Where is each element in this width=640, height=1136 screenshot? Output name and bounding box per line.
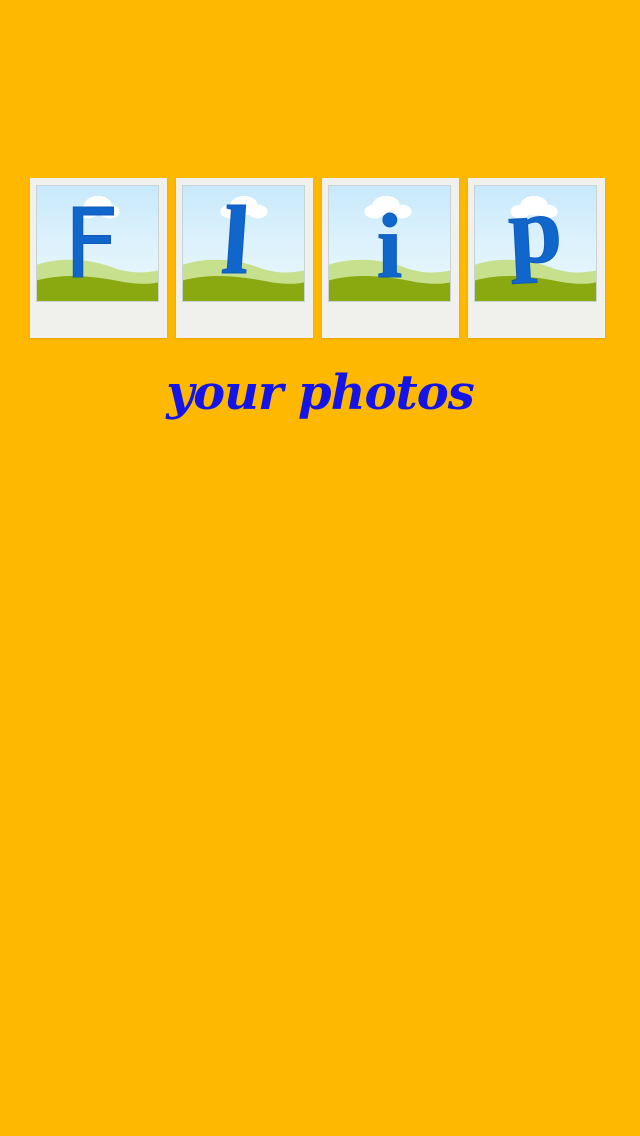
logo-tile-p: p — [468, 178, 605, 338]
logo-letter: p — [505, 185, 565, 285]
flip-logo: F l i p — [0, 178, 640, 338]
logo-tile-l: l — [176, 178, 313, 338]
logo-tile-f: F — [30, 178, 167, 338]
logo-letter: l — [218, 187, 254, 296]
logo-tile-i: i — [322, 178, 459, 338]
landscape-image: l — [182, 185, 305, 302]
landscape-image: i — [328, 185, 451, 302]
landscape-image: F — [36, 185, 159, 302]
logo-letter: i — [376, 195, 403, 297]
landscape-image: p — [474, 185, 597, 302]
tagline: your photos — [166, 365, 475, 421]
logo-letter: F — [63, 188, 120, 300]
